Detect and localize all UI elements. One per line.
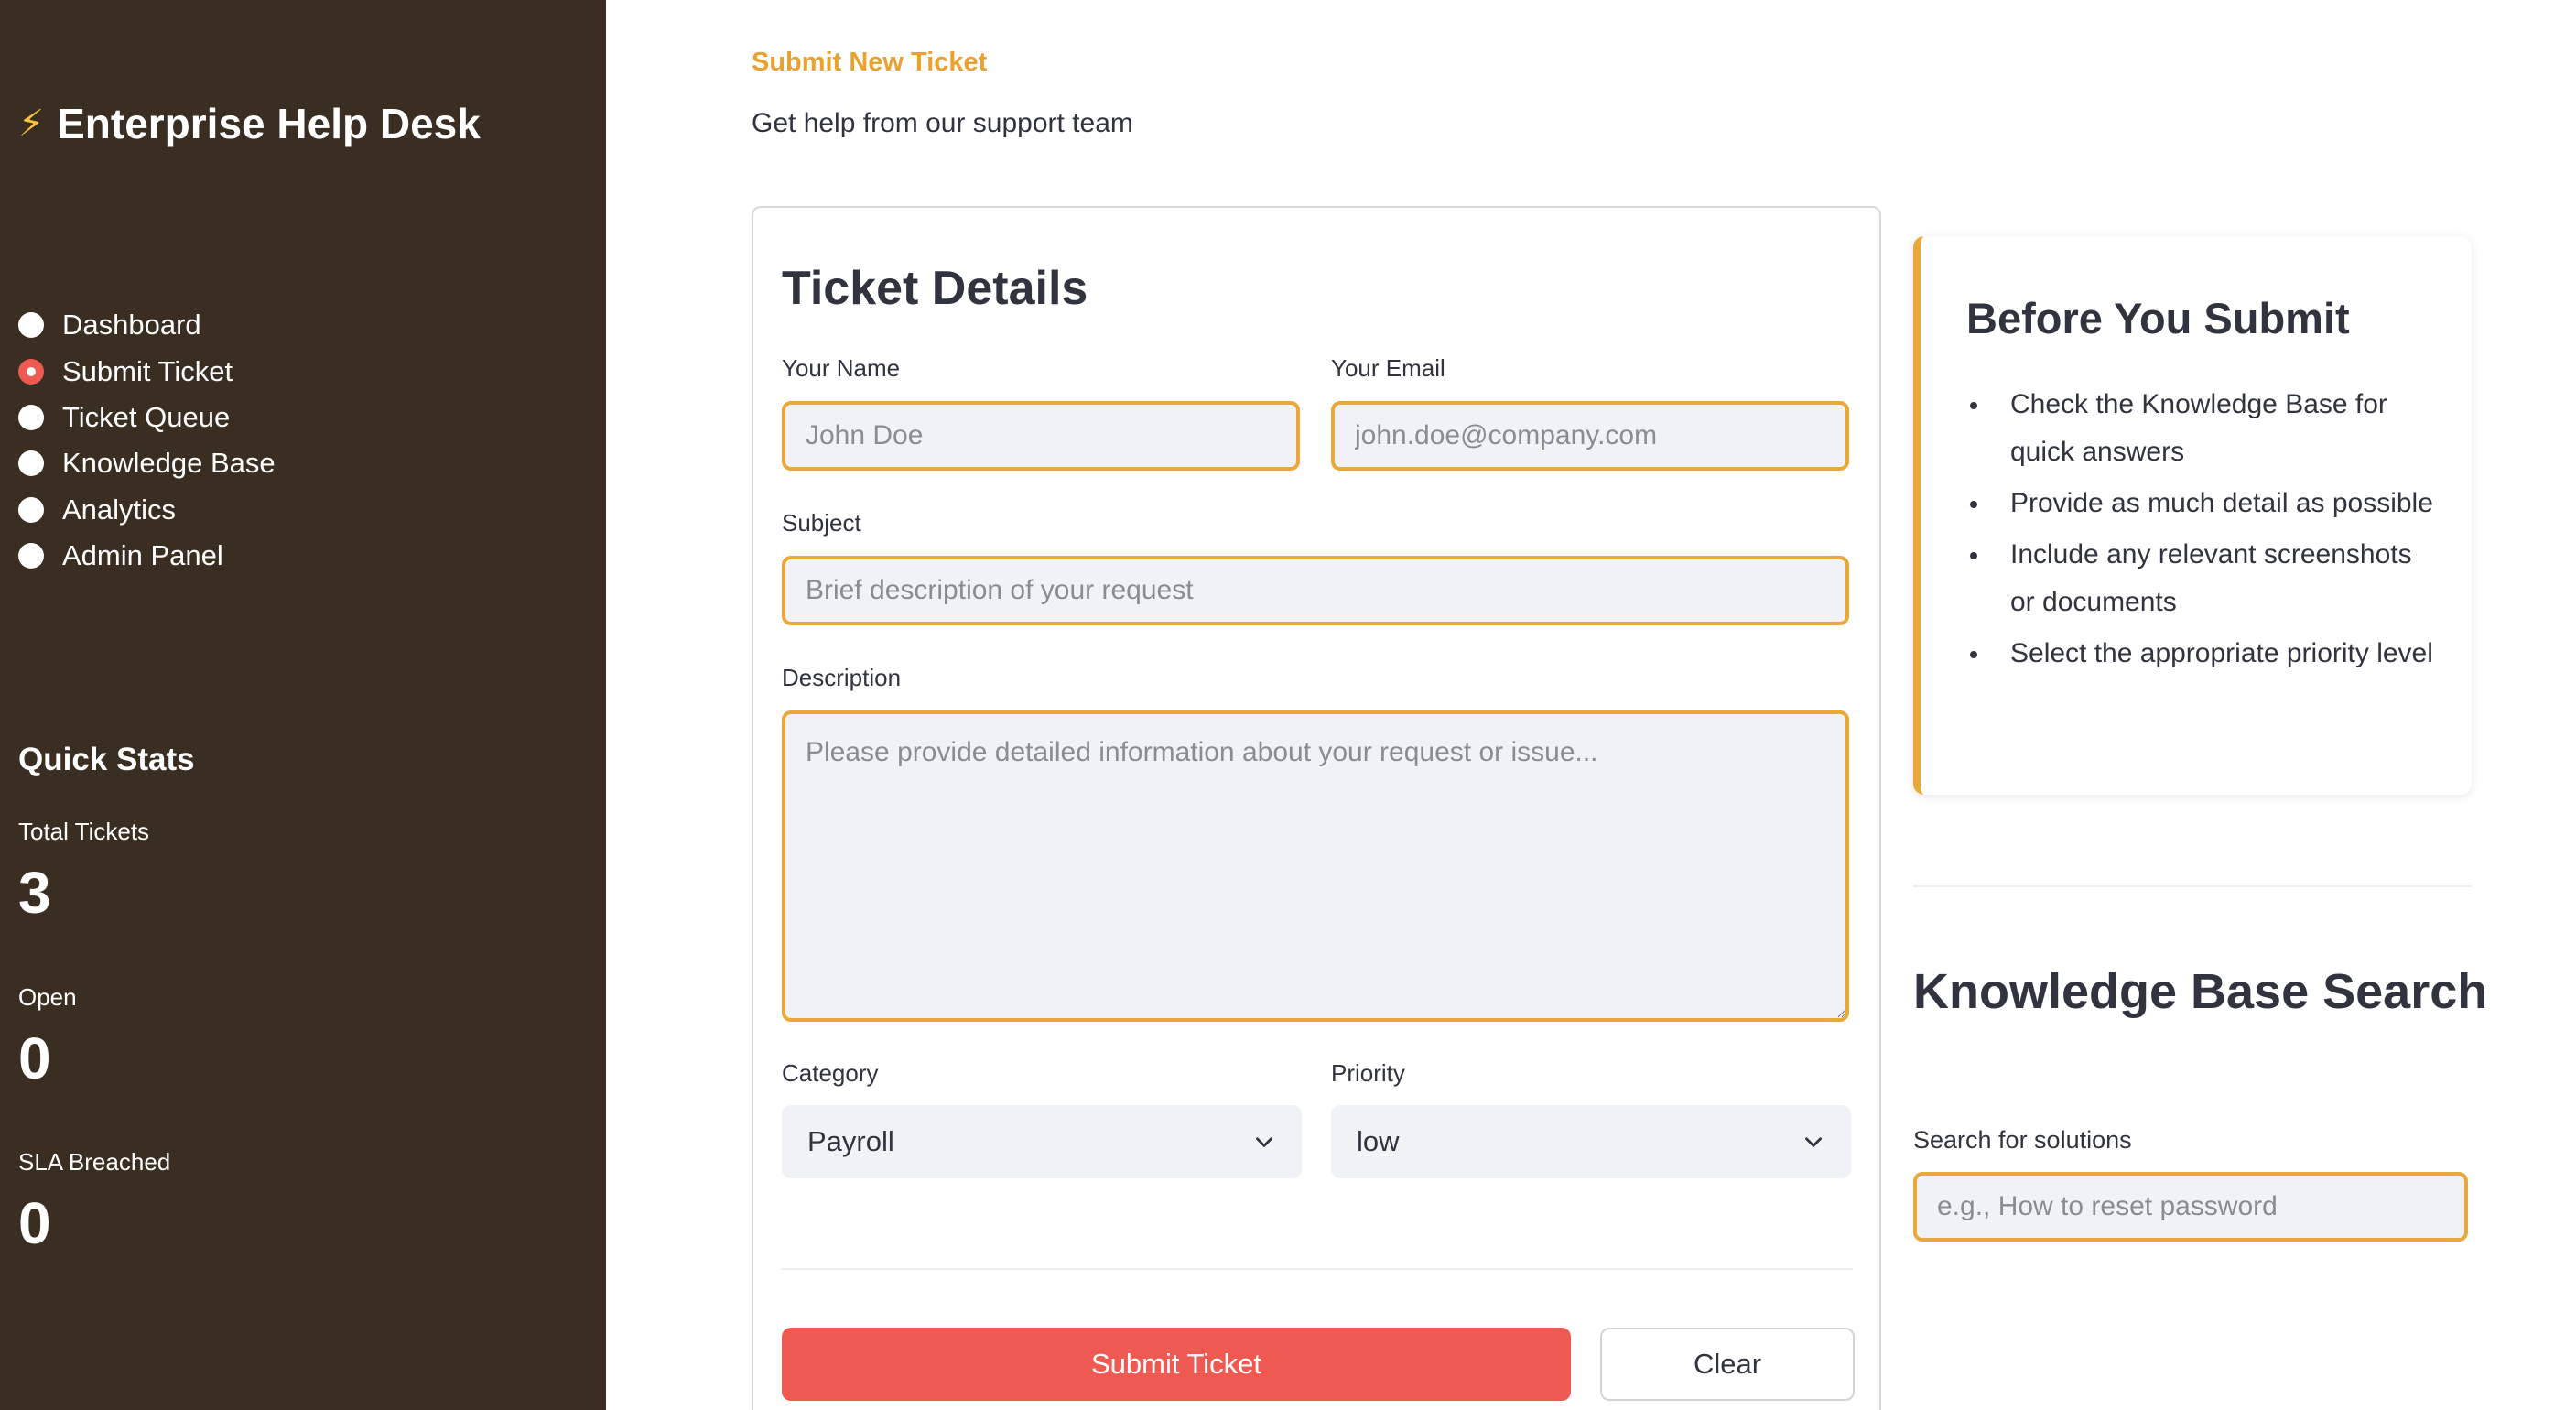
kb-search-input[interactable] [1913, 1172, 2468, 1242]
lightning-bolt-icon: ⚡ [18, 103, 45, 144]
stat-label: Open [18, 983, 77, 1011]
sidebar-item-label: Analytics [62, 493, 177, 526]
tips-title: Before You Submit [1966, 294, 2350, 342]
priority-selected-value: low [1357, 1125, 1400, 1157]
right-divider [1913, 885, 2472, 887]
radio-icon[interactable] [18, 450, 44, 477]
clear-button[interactable]: Clear [1600, 1328, 1855, 1401]
name-label: Your Name [782, 354, 901, 382]
radio-selected-icon[interactable] [18, 358, 44, 385]
tip-item: Select the appropriate priority level [1966, 630, 2442, 678]
sidebar-item-label: Knowledge Base [62, 447, 276, 480]
description-textarea[interactable] [782, 710, 1849, 1022]
tips-list: Check the Knowledge Base for quick answe… [1966, 381, 2442, 681]
stat-value: 3 [18, 860, 51, 926]
email-label: Your Email [1331, 354, 1445, 382]
page-subtitle: Get help from our support team [752, 108, 1133, 138]
sidebar-item-knowledge-base[interactable]: Knowledge Base [18, 440, 276, 486]
sidebar-item-analytics[interactable]: Analytics [18, 487, 276, 533]
tip-item: Include any relevant screenshots or docu… [1966, 531, 2442, 626]
knowledge-base-search-title: Knowledge Base Search [1913, 964, 2488, 1019]
category-select[interactable]: Payroll [782, 1105, 1302, 1178]
sidebar-item-ticket-queue[interactable]: Ticket Queue [18, 395, 276, 440]
page-kicker: Submit New Ticket [752, 48, 988, 77]
sidebar-item-label: Dashboard [62, 309, 201, 342]
priority-label: Priority [1331, 1059, 1405, 1087]
stat-value: 0 [18, 1190, 51, 1256]
stat-sla-breached: SLA Breached 0 [18, 1148, 170, 1257]
name-input[interactable] [782, 401, 1300, 471]
radio-icon[interactable] [18, 496, 44, 523]
ticket-details-title: Ticket Details [782, 262, 1088, 315]
app-title: ⚡ Enterprise Help Desk [18, 99, 481, 148]
radio-icon[interactable] [18, 404, 44, 430]
before-you-submit-card: Before You Submit Check the Knowledge Ba… [1913, 236, 2472, 795]
sidebar-item-label: Admin Panel [62, 539, 223, 572]
app-title-text: Enterprise Help Desk [57, 100, 481, 147]
stat-open: Open 0 [18, 983, 77, 1092]
quick-stats-title: Quick Stats [18, 742, 195, 777]
sidebar-item-label: Submit Ticket [62, 354, 233, 387]
form-divider [782, 1268, 1853, 1270]
sidebar-item-admin-panel[interactable]: Admin Panel [18, 533, 276, 579]
radio-icon[interactable] [18, 543, 44, 569]
description-label: Description [782, 664, 902, 691]
sidebar: ⚡ Enterprise Help Desk Dashboard Submit … [0, 0, 606, 1410]
radio-icon[interactable] [18, 312, 44, 339]
ticket-form-card: Ticket Details Your Name Your Email Subj… [752, 206, 1881, 1410]
submit-ticket-button[interactable]: Submit Ticket [782, 1328, 1571, 1401]
chevron-down-icon [1805, 1137, 1822, 1147]
sidebar-item-dashboard[interactable]: Dashboard [18, 302, 276, 348]
priority-select[interactable]: low [1331, 1105, 1851, 1178]
stat-label: Total Tickets [18, 818, 150, 845]
sidebar-nav: Dashboard Submit Ticket Ticket Queue Kno… [18, 302, 276, 579]
tip-item: Provide as much detail as possible [1966, 480, 2442, 527]
sidebar-item-label: Ticket Queue [62, 400, 231, 433]
sidebar-item-submit-ticket[interactable]: Submit Ticket [18, 348, 276, 394]
category-label: Category [782, 1059, 879, 1087]
kb-search-label: Search for solutions [1913, 1126, 2132, 1154]
stat-value: 0 [18, 1025, 51, 1091]
subject-input[interactable] [782, 556, 1849, 625]
stat-label: SLA Breached [18, 1148, 171, 1176]
subject-label: Subject [782, 509, 861, 537]
category-selected-value: Payroll [807, 1125, 894, 1157]
chevron-down-icon [1256, 1137, 1272, 1147]
stat-total-tickets: Total Tickets 3 [18, 818, 149, 927]
email-input[interactable] [1331, 401, 1849, 471]
tip-item: Check the Knowledge Base for quick answe… [1966, 381, 2442, 476]
